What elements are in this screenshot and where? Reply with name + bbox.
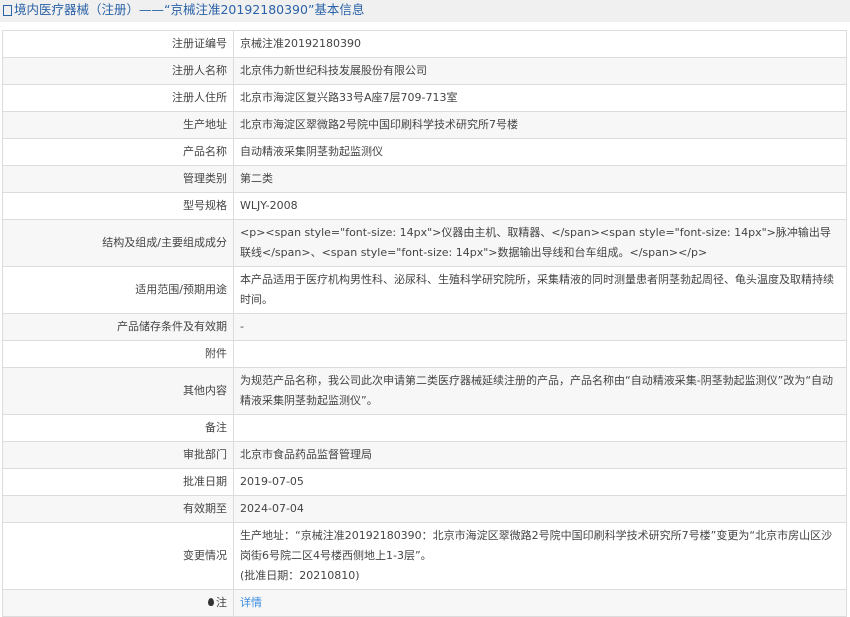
table-row: 附件	[2, 340, 847, 368]
row-label: 其他内容	[2, 367, 234, 415]
row-label: 管理类别	[2, 165, 234, 193]
table-row: 注册人住所 北京市海淀区复兴路33号A座7层709-713室	[2, 84, 847, 112]
table-row: 适用范围/预期用途 本产品适用于医疗机构男性科、泌尿科、生殖科学研究院所，采集精液…	[2, 266, 847, 314]
row-value: 为规范产品名称，我公司此次申请第二类医疗器械延续注册的产品，产品名称由“自动精液…	[233, 367, 847, 415]
details-link[interactable]: 详情	[240, 596, 262, 609]
row-label: 注	[2, 589, 234, 617]
row-value: 自动精液采集阴茎勃起监测仪	[233, 138, 847, 166]
table-row: 生产地址 北京市海淀区翠微路2号院中国印刷科学技术研究所7号楼	[2, 111, 847, 139]
row-label: 生产地址	[2, 111, 234, 139]
row-label: 附件	[2, 340, 234, 368]
row-label: 备注	[2, 414, 234, 442]
table-row: 变更情况 生产地址：“京械注准20192180390：北京市海淀区翠微路2号院中国…	[2, 522, 847, 590]
row-value: -	[233, 313, 847, 341]
row-value: 北京市海淀区复兴路33号A座7层709-713室	[233, 84, 847, 112]
row-label: 产品名称	[2, 138, 234, 166]
change-text: 生产地址：“京械注准20192180390：北京市海淀区翠微路2号院中国印刷科学…	[240, 529, 833, 562]
row-value	[233, 340, 847, 368]
row-label: 结构及组成/主要组成成分	[2, 219, 234, 267]
table-row: 有效期至 2024-07-04	[2, 495, 847, 523]
table-row: 产品储存条件及有效期 -	[2, 313, 847, 341]
table-row: 其他内容 为规范产品名称，我公司此次申请第二类医疗器械延续注册的产品，产品名称由“…	[2, 367, 847, 415]
row-value: 2024-07-04	[233, 495, 847, 523]
row-label: 批准日期	[2, 468, 234, 496]
table-row: 备注	[2, 414, 847, 442]
info-table: 注册证编号 京械注准20192180390 注册人名称 北京伟力新世纪科技发展股份有限…	[2, 30, 847, 617]
row-label: 注册人名称	[2, 57, 234, 85]
page-title: 境内医疗器械（注册）——“京械注准20192180390”基本信息	[0, 0, 850, 22]
row-value: 本产品适用于医疗机构男性科、泌尿科、生殖科学研究院所，采集精液的同时测量患者阴茎…	[233, 266, 847, 314]
row-value: 北京市食品药品监督管理局	[233, 441, 847, 469]
row-value: 第二类	[233, 165, 847, 193]
row-value: WLJY-2008	[233, 192, 847, 220]
table-row: 结构及组成/主要组成成分 <p><span style="font-size: 1…	[2, 219, 847, 267]
table-row: 注册证编号 京械注准20192180390	[2, 30, 847, 58]
change-date: (批准日期：20210810)	[240, 569, 360, 582]
row-label: 型号规格	[2, 192, 234, 220]
table-row: 批准日期 2019-07-05	[2, 468, 847, 496]
table-row: 型号规格 WLJY-2008	[2, 192, 847, 220]
table-row: 注详情	[2, 589, 847, 617]
row-label: 注册人住所	[2, 84, 234, 112]
row-label: 适用范围/预期用途	[2, 266, 234, 314]
row-value: 北京伟力新世纪科技发展股份有限公司	[233, 57, 847, 85]
row-label: 审批部门	[2, 441, 234, 469]
row-value: 京械注准20192180390	[233, 30, 847, 58]
row-value: 2019-07-05	[233, 468, 847, 496]
row-value	[233, 414, 847, 442]
table-row: 产品名称 自动精液采集阴茎勃起监测仪	[2, 138, 847, 166]
row-label: 有效期至	[2, 495, 234, 523]
note-label: 注	[216, 596, 227, 609]
table-row: 审批部门 北京市食品药品监督管理局	[2, 441, 847, 469]
table-row: 注册人名称 北京伟力新世纪科技发展股份有限公司	[2, 57, 847, 85]
page-title-text: 境内医疗器械（注册）——“京械注准20192180390”基本信息	[14, 2, 365, 17]
row-label: 变更情况	[2, 522, 234, 590]
table-row: 管理类别 第二类	[2, 165, 847, 193]
row-value: <p><span style="font-size: 14px">仪器由主机、取…	[233, 219, 847, 267]
row-label: 产品储存条件及有效期	[2, 313, 234, 341]
change-value: 生产地址：“京械注准20192180390：北京市海淀区翠微路2号院中国印刷科学…	[233, 522, 847, 590]
row-value: 北京市海淀区翠微路2号院中国印刷科学技术研究所7号楼	[233, 111, 847, 139]
pin-icon	[208, 598, 214, 606]
document-icon	[3, 5, 12, 16]
row-label: 注册证编号	[2, 30, 234, 58]
